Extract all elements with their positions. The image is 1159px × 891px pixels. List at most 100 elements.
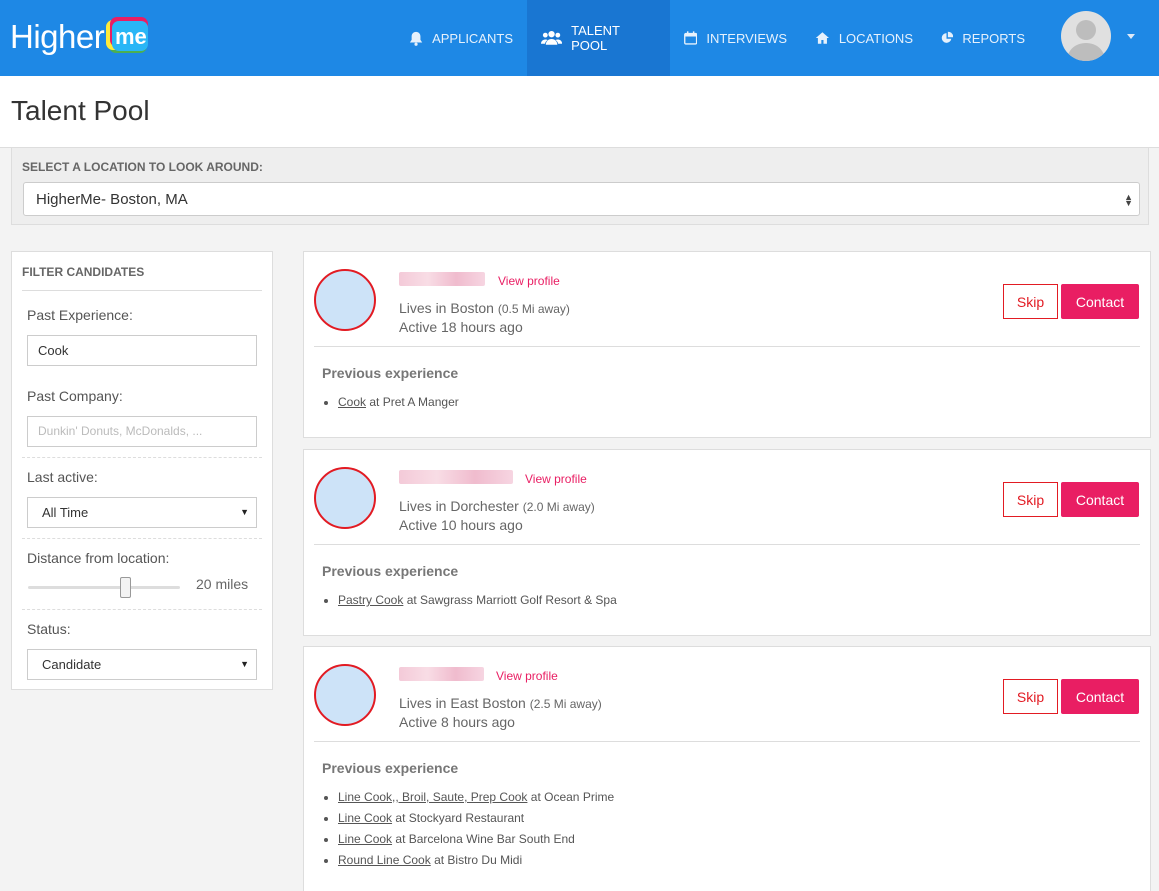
experience-company: at Pret A Manger <box>369 395 459 409</box>
experience-role-link[interactable]: Line Cook,, Broil, Saute, Prep Cook <box>338 790 527 804</box>
last-active-label: Last active: <box>27 469 98 485</box>
list-item: Cook at Pret A Manger <box>338 395 459 416</box>
past-company-label: Past Company: <box>27 388 123 404</box>
divider <box>22 538 262 539</box>
location-select[interactable]: HigherMe- Boston, MA ▲ ▼ <box>23 182 1140 216</box>
candidate-location: Lives in Boston (0.5 Mi away) <box>399 300 570 316</box>
status-label: Status: <box>27 621 71 637</box>
list-item: Line Cook at Barcelona Wine Bar South En… <box>338 832 614 853</box>
experience-role-link[interactable]: Line Cook <box>338 832 392 846</box>
view-profile-link[interactable]: View profile <box>498 274 560 288</box>
divider <box>314 741 1140 742</box>
updown-arrows-icon: ▲ ▼ <box>1124 192 1133 208</box>
candidate-last-active: Active 18 hours ago <box>399 319 523 335</box>
experience-role-link[interactable]: Line Cook <box>338 811 392 825</box>
dropdown-arrow-icon: ▼ <box>240 507 249 517</box>
skip-button[interactable]: Skip <box>1003 679 1058 714</box>
skip-button[interactable]: Skip <box>1003 284 1058 319</box>
list-item: Line Cook,, Broil, Saute, Prep Cook at O… <box>338 790 614 811</box>
filter-panel: Filter Candidates Past Experience: Cook … <box>11 251 273 690</box>
users-icon <box>541 30 563 45</box>
dropdown-arrow-icon: ▼ <box>240 659 249 669</box>
candidate-avatar[interactable] <box>314 664 376 726</box>
nav-reports[interactable]: Reports <box>927 0 1039 76</box>
candidate-card: View profile Lives in Boston (0.5 Mi awa… <box>303 251 1151 438</box>
contact-button[interactable]: Contact <box>1061 482 1139 517</box>
user-avatar[interactable] <box>1061 11 1111 61</box>
skip-button[interactable]: Skip <box>1003 482 1058 517</box>
experience-company: at Sawgrass Marriott Golf Resort & Spa <box>406 593 617 607</box>
past-experience-label: Past Experience: <box>27 307 133 323</box>
past-experience-input[interactable]: Cook <box>27 335 257 366</box>
bell-icon <box>409 31 423 46</box>
nav-label: Applicants <box>432 30 513 46</box>
nav-applicants[interactable]: Applicants <box>395 0 527 76</box>
last-active-select[interactable]: All Time ▼ <box>27 497 257 528</box>
candidate-name-redacted <box>399 272 485 286</box>
top-navbar: Higher me Applicants Talent Pool Intervi… <box>0 0 1159 76</box>
calendar-icon <box>684 31 698 45</box>
experience-company: at Ocean Prime <box>530 790 615 804</box>
user-menu-caret-icon[interactable] <box>1127 34 1135 39</box>
experience-company: at Stockyard Restaurant <box>395 811 525 825</box>
page-title-bar: Talent Pool <box>0 76 1159 148</box>
nav-label: Reports <box>962 30 1025 46</box>
location-text: Lives in Dorchester <box>399 498 519 514</box>
candidate-avatar[interactable] <box>314 467 376 529</box>
list-item: Pastry Cook at Sawgrass Marriott Golf Re… <box>338 593 617 614</box>
candidate-location: Lives in East Boston (2.5 Mi away) <box>399 695 602 711</box>
logo-wordmark: Higher <box>10 18 105 55</box>
experience-company: at Bistro Du Midi <box>434 853 523 867</box>
distance-value: 20 miles <box>196 576 249 592</box>
nav-locations[interactable]: Locations <box>801 0 927 76</box>
nav-label: Locations <box>838 30 913 46</box>
user-silhouette-icon <box>1067 20 1105 61</box>
candidate-name-redacted <box>399 667 484 681</box>
distance-text: (2.5 Mi away) <box>529 697 602 711</box>
distance-slider-track[interactable] <box>28 586 180 589</box>
status-select[interactable]: Candidate ▼ <box>27 649 257 680</box>
logo-me-badge: me <box>106 17 149 53</box>
candidate-avatar[interactable] <box>314 269 376 331</box>
candidate-last-active: Active 8 hours ago <box>399 714 515 730</box>
page-title: Talent Pool <box>11 95 150 126</box>
distance-label: Distance from location: <box>27 550 170 566</box>
experience-list: Cook at Pret A Manger <box>338 395 459 416</box>
home-icon <box>815 32 830 44</box>
contact-button[interactable]: Contact <box>1061 284 1139 319</box>
distance-text: (0.5 Mi away) <box>497 302 570 316</box>
distance-text: (2.0 Mi away) <box>522 500 595 514</box>
list-item: Line Cook at Stockyard Restaurant <box>338 811 614 832</box>
divider <box>22 290 262 291</box>
previous-experience-heading: Previous experience <box>322 760 459 776</box>
divider <box>22 457 262 458</box>
main-nav: Applicants Talent Pool Interviews Locati… <box>395 0 1039 76</box>
experience-role-link[interactable]: Pastry Cook <box>338 593 403 607</box>
divider <box>314 544 1140 545</box>
past-company-input[interactable]: Dunkin' Donuts, McDonalds, ... <box>27 416 257 447</box>
logo-me-text: me <box>115 24 147 49</box>
distance-slider-handle[interactable] <box>120 577 131 598</box>
location-text: Lives in Boston <box>399 300 494 316</box>
view-profile-link[interactable]: View profile <box>525 472 587 486</box>
previous-experience-heading: Previous experience <box>322 563 459 579</box>
experience-role-link[interactable]: Cook <box>338 395 366 409</box>
candidate-card: View profile Lives in East Boston (2.5 M… <box>303 646 1151 891</box>
divider <box>22 609 262 610</box>
experience-list: Pastry Cook at Sawgrass Marriott Golf Re… <box>338 593 617 614</box>
candidate-location: Lives in Dorchester (2.0 Mi away) <box>399 498 595 514</box>
location-value: HigherMe- Boston, MA <box>36 191 188 208</box>
location-panel: Select a location to look around: Higher… <box>11 148 1149 225</box>
experience-role-link[interactable]: Round Line Cook <box>338 853 431 867</box>
nav-talent-pool[interactable]: Talent Pool <box>527 0 670 76</box>
contact-button[interactable]: Contact <box>1061 679 1139 714</box>
location-text: Lives in East Boston <box>399 695 526 711</box>
location-label: Select a location to look around: <box>22 160 263 174</box>
nav-interviews[interactable]: Interviews <box>670 0 801 76</box>
candidate-name-redacted <box>399 470 513 484</box>
higherme-logo[interactable]: Higher me <box>10 16 150 58</box>
nav-label: Talent Pool <box>571 23 620 53</box>
candidate-card: View profile Lives in Dorchester (2.0 Mi… <box>303 449 1151 636</box>
view-profile-link[interactable]: View profile <box>496 669 558 683</box>
status-value: Candidate <box>42 657 102 672</box>
